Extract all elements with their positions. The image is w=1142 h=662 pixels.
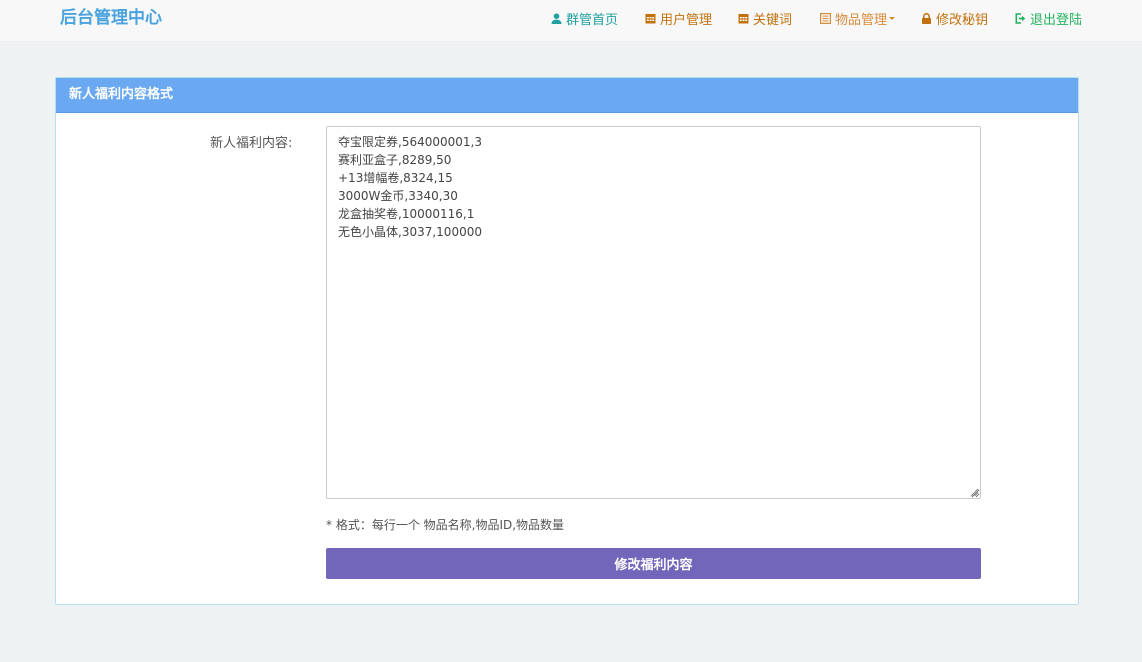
nav-item-group-home[interactable]: 群管首页 bbox=[551, 0, 618, 36]
nav-item-change-key[interactable]: 修改秘钥 bbox=[921, 0, 988, 36]
nav-label-group-home: 群管首页 bbox=[566, 12, 619, 28]
welfare-content-label: 新人福利内容: bbox=[210, 136, 293, 151]
top-navbar: 后台管理中心 群管首页 用户管理 关键词 物品管理 修改秘钥 退出登陆 bbox=[0, 0, 1142, 42]
user-icon bbox=[551, 12, 562, 24]
nav-label-item-management: 物品管理 bbox=[835, 12, 888, 28]
chevron-down-icon bbox=[889, 16, 896, 20]
nav-item-logout[interactable]: 退出登陆 bbox=[1015, 0, 1082, 36]
format-help-text: * 格式：每行一个 物品名称,物品ID,物品数量 bbox=[326, 518, 565, 532]
nav-item-keywords[interactable]: 关键词 bbox=[738, 0, 792, 36]
calendar-icon bbox=[738, 13, 749, 24]
logout-icon bbox=[1015, 12, 1026, 24]
modify-welfare-button[interactable]: 修改福利内容 bbox=[326, 548, 981, 579]
calendar-icon bbox=[645, 13, 656, 24]
nav-item-user-management[interactable]: 用户管理 bbox=[645, 0, 712, 36]
nav-label-change-key: 修改秘钥 bbox=[936, 12, 989, 28]
nav-label-user-management: 用户管理 bbox=[660, 12, 713, 28]
lock-icon bbox=[921, 12, 932, 24]
nav-item-item-management[interactable]: 物品管理 bbox=[820, 0, 896, 36]
welfare-content-textarea[interactable]: 夺宝限定券,564000001,3 赛利亚盒子,8289,50 +13增幅卷,8… bbox=[326, 126, 981, 499]
nav-label-logout: 退出登陆 bbox=[1030, 12, 1083, 28]
list-icon bbox=[820, 12, 831, 24]
welfare-content-panel: 新人福利内容格式 新人福利内容: 夺宝限定券,564000001,3 赛利亚盒子… bbox=[55, 77, 1079, 605]
nav-label-keywords: 关键词 bbox=[753, 12, 793, 28]
brand-title[interactable]: 后台管理中心 bbox=[60, 7, 162, 29]
resize-grip-icon[interactable] bbox=[970, 488, 979, 497]
panel-title: 新人福利内容格式 bbox=[56, 78, 1078, 113]
